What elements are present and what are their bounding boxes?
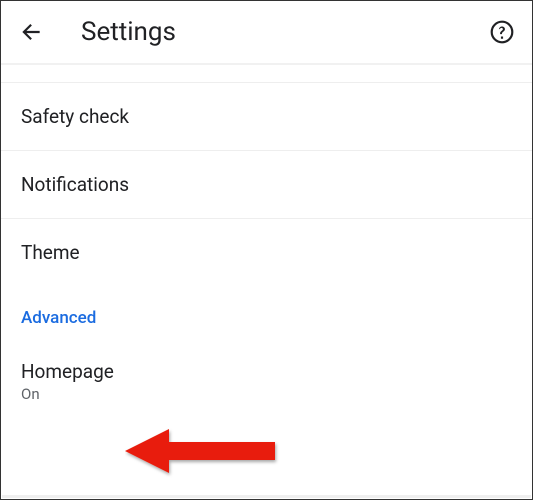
row-homepage[interactable]: Homepage On <box>1 338 532 409</box>
row-safety-check[interactable]: Safety check <box>1 83 532 151</box>
arrow-left-icon <box>18 19 44 45</box>
row-theme[interactable]: Theme <box>1 219 532 286</box>
help-icon <box>489 19 515 45</box>
bottom-divider <box>2 495 531 498</box>
row-label: Theme <box>21 241 512 264</box>
section-header-advanced: Advanced <box>1 286 532 338</box>
annotation-arrow-icon <box>125 421 305 481</box>
back-button[interactable] <box>17 18 45 46</box>
page-title: Settings <box>81 17 176 47</box>
help-button[interactable] <box>488 18 516 46</box>
row-label: Notifications <box>21 173 512 196</box>
row-label: Safety check <box>21 105 512 128</box>
header-bar: Settings <box>1 1 532 63</box>
row-notifications[interactable]: Notifications <box>1 151 532 219</box>
section-label: Advanced <box>21 308 512 328</box>
row-sublabel: On <box>21 385 512 403</box>
row-label: Homepage <box>21 360 512 383</box>
top-gap <box>1 65 532 83</box>
settings-screen: Settings Safety check Notifications Them… <box>0 0 533 500</box>
